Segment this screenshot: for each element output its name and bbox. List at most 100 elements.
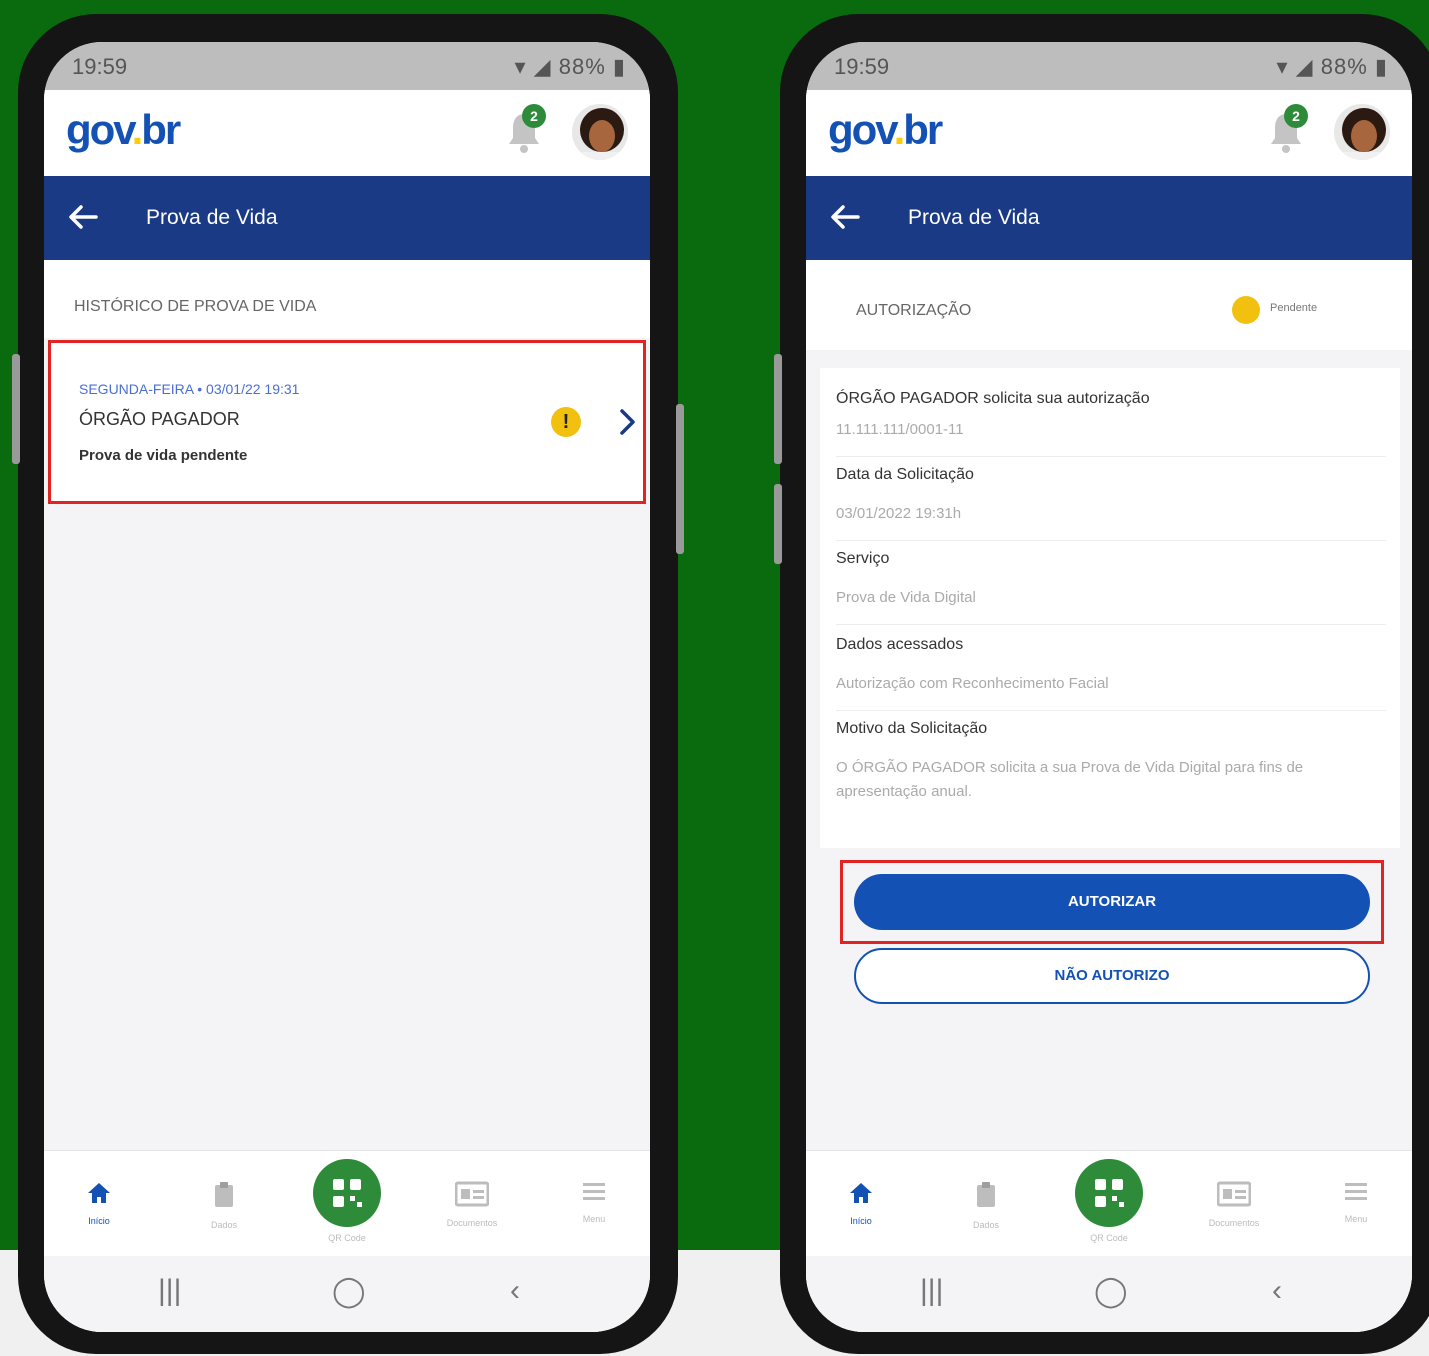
logo-br: br bbox=[903, 106, 943, 153]
phone-left: 19:59 ▾ ◢ 88% ▮ gov.br 2 Prova de Vida H… bbox=[12, 14, 684, 1354]
authorization-header: AUTORIZAÇÃO Pendente bbox=[806, 260, 1412, 350]
page-title: Prova de Vida bbox=[146, 206, 278, 229]
battery-icon: ▮ bbox=[612, 54, 626, 79]
phone-right: 19:59 ▾ ◢ 88% ▮ gov.br 2 Prova de Vida A… bbox=[774, 14, 1429, 1354]
nav-item-data[interactable]: Dados bbox=[946, 1181, 1026, 1230]
nav-item-documents[interactable]: Documentos bbox=[432, 1181, 512, 1228]
clipboard-icon bbox=[977, 1182, 995, 1207]
screen-right: 19:59 ▾ ◢ 88% ▮ gov.br 2 Prova de Vida A… bbox=[806, 42, 1412, 1332]
authorization-details: ÓRGÃO PAGADOR solicita sua autorização 1… bbox=[820, 368, 1400, 848]
data-label: Dados acessados bbox=[836, 636, 964, 653]
logo-gov: gov bbox=[828, 106, 896, 153]
qr-code-button[interactable] bbox=[313, 1159, 381, 1227]
app-bar: gov.br 2 bbox=[44, 90, 650, 176]
card-org: ÓRGÃO PAGADOR bbox=[79, 409, 240, 429]
deny-button[interactable]: NÃO AUTORIZO bbox=[854, 948, 1370, 1004]
recent-apps-icon[interactable]: ||| bbox=[920, 1274, 943, 1308]
page-title: Prova de Vida bbox=[908, 206, 1040, 229]
divider bbox=[836, 456, 1386, 457]
id-card-icon bbox=[454, 1181, 490, 1207]
date-label: Data da Solicitação bbox=[836, 466, 974, 483]
pending-status-label: Pendente bbox=[1270, 302, 1318, 314]
nav-bar: Início Dados QR Code Documentos Menu bbox=[44, 1150, 650, 1256]
service-label: Serviço bbox=[836, 550, 890, 567]
clipboard-icon bbox=[215, 1182, 233, 1207]
id-card-icon bbox=[1216, 1181, 1252, 1207]
request-id: 11.111.111/0001-11 bbox=[836, 421, 964, 438]
battery-level: 88% bbox=[558, 54, 606, 79]
signal-icon: ◢ bbox=[533, 54, 552, 79]
nav-item-home[interactable]: Início bbox=[59, 1181, 139, 1226]
govbr-logo[interactable]: gov.br bbox=[66, 106, 181, 154]
notification-badge: 2 bbox=[1284, 104, 1308, 128]
data-value: Autorização com Reconhecimento Facial bbox=[836, 675, 1109, 692]
user-avatar-icon bbox=[1342, 108, 1386, 160]
logo-dot: . bbox=[893, 106, 906, 153]
back-arrow-icon[interactable] bbox=[828, 200, 862, 234]
battery-icon: ▮ bbox=[1374, 54, 1388, 79]
qr-code-button[interactable] bbox=[1075, 1159, 1143, 1227]
logo-br: br bbox=[141, 106, 181, 153]
bixby-button bbox=[774, 484, 782, 564]
nav-item-menu[interactable]: Menu bbox=[1316, 1181, 1396, 1224]
bottom-nav: Início Dados QR Code Documentos Menu |||… bbox=[44, 1150, 650, 1332]
user-avatar-icon bbox=[580, 108, 624, 160]
govbr-logo[interactable]: gov.br bbox=[828, 106, 943, 154]
nav-item-documents[interactable]: Documentos bbox=[1194, 1181, 1274, 1228]
menu-icon bbox=[1345, 1183, 1367, 1200]
qr-code-icon bbox=[1095, 1179, 1124, 1207]
nav-label-menu: Menu bbox=[582, 1214, 606, 1224]
bottom-nav: Início Dados QR Code Documentos Menu |||… bbox=[806, 1150, 1412, 1332]
page-header: Prova de Vida bbox=[44, 176, 650, 260]
nav-item-home[interactable]: Início bbox=[821, 1181, 901, 1226]
nav-label-qr: QR Code bbox=[328, 1233, 366, 1243]
nav-label-home: Início bbox=[88, 1216, 110, 1226]
history-title: HISTÓRICO DE PROVA DE VIDA bbox=[74, 298, 317, 315]
nav-label-documents: Documentos bbox=[1208, 1218, 1260, 1228]
screen-left: 19:59 ▾ ◢ 88% ▮ gov.br 2 Prova de Vida H… bbox=[44, 42, 650, 1332]
reason-value: O ÓRGÃO PAGADOR solicita a sua Prova de … bbox=[836, 759, 1304, 800]
warning-icon: ! bbox=[551, 407, 581, 437]
home-icon bbox=[88, 1183, 110, 1203]
status-bar: 19:59 ▾ ◢ 88% ▮ bbox=[44, 42, 650, 90]
volume-button bbox=[774, 354, 782, 464]
nav-label-data: Dados bbox=[210, 1220, 237, 1230]
back-button-icon[interactable]: ‹ bbox=[1272, 1274, 1282, 1308]
wifi-icon: ▾ bbox=[514, 54, 527, 79]
avatar[interactable] bbox=[1332, 102, 1392, 162]
nav-bar: Início Dados QR Code Documentos Menu bbox=[806, 1150, 1412, 1256]
back-button-icon[interactable]: ‹ bbox=[510, 1274, 520, 1308]
wifi-icon: ▾ bbox=[1276, 54, 1289, 79]
nav-label-menu: Menu bbox=[1344, 1214, 1368, 1224]
home-icon bbox=[850, 1183, 872, 1203]
status-right: ▾ ◢ 88% ▮ bbox=[1277, 54, 1389, 80]
avatar[interactable] bbox=[570, 102, 630, 162]
nav-label-documents: Documentos bbox=[446, 1218, 498, 1228]
nav-item-menu[interactable]: Menu bbox=[554, 1181, 634, 1224]
system-nav: ||| ◯ ‹ bbox=[44, 1256, 650, 1332]
authorize-button[interactable]: AUTORIZAR bbox=[854, 874, 1370, 930]
home-button-icon[interactable]: ◯ bbox=[1094, 1274, 1128, 1309]
status-time: 19:59 bbox=[834, 54, 890, 79]
status-time: 19:59 bbox=[72, 54, 128, 79]
divider bbox=[836, 710, 1386, 711]
nav-item-data[interactable]: Dados bbox=[184, 1181, 264, 1230]
proof-of-life-card[interactable]: SEGUNDA-FEIRA • 03/01/22 19:31 ÓRGÃO PAG… bbox=[48, 340, 646, 504]
nav-label-data: Dados bbox=[972, 1220, 999, 1230]
recent-apps-icon[interactable]: ||| bbox=[158, 1274, 181, 1308]
app-bar: gov.br 2 bbox=[806, 90, 1412, 176]
request-title: ÓRGÃO PAGADOR solicita sua autorização bbox=[836, 390, 1150, 407]
status-right: ▾ ◢ 88% ▮ bbox=[515, 54, 627, 80]
qr-code-icon bbox=[333, 1179, 362, 1207]
chevron-right-icon[interactable] bbox=[617, 407, 639, 437]
logo-gov: gov bbox=[66, 106, 134, 153]
nav-label-qr: QR Code bbox=[1090, 1233, 1128, 1243]
back-arrow-icon[interactable] bbox=[66, 200, 100, 234]
notification-badge: 2 bbox=[522, 104, 546, 128]
reason-label: Motivo da Solicitação bbox=[836, 720, 988, 737]
page-header: Prova de Vida bbox=[806, 176, 1412, 260]
power-button bbox=[676, 404, 684, 554]
divider bbox=[836, 624, 1386, 625]
divider bbox=[836, 540, 1386, 541]
home-button-icon[interactable]: ◯ bbox=[332, 1274, 366, 1309]
